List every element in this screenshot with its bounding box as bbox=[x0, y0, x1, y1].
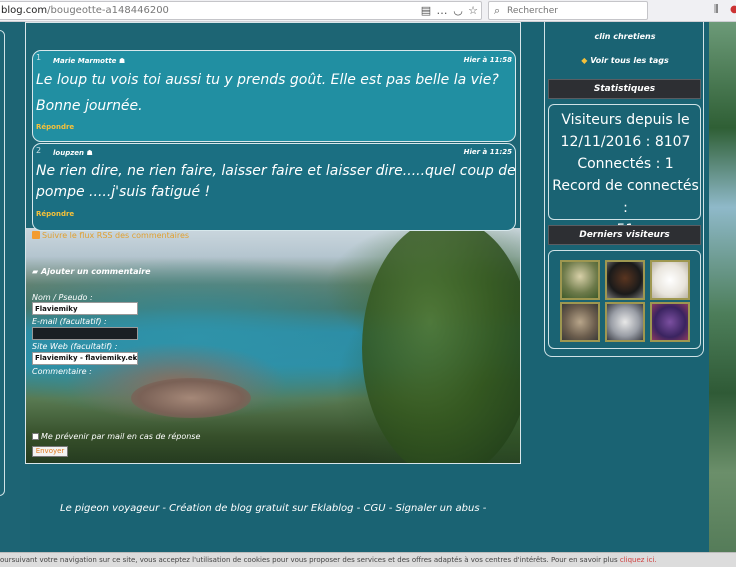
bookmark-star-icon[interactable]: ☆ bbox=[467, 5, 479, 17]
right-background-photo bbox=[709, 22, 736, 552]
footer-separator: - bbox=[479, 503, 487, 514]
comment-1: 1 Marie Marmotte ☗ Hier à 11:58 Le loup … bbox=[32, 50, 516, 142]
footer-creation-link[interactable]: Création de blog gratuit sur Eklablog bbox=[169, 503, 353, 514]
comment-author-name: Marie Marmotte bbox=[53, 57, 117, 65]
tag-link[interactable]: clin chretiens bbox=[545, 32, 705, 41]
comment-number: 2 bbox=[36, 146, 42, 155]
visitor-avatar[interactable] bbox=[605, 260, 645, 300]
right-sidebar: clin chretiens ◆ Voir tous les tags Stat… bbox=[544, 22, 704, 357]
search-box[interactable]: ⌕ bbox=[488, 1, 648, 20]
user-icon: ☗ bbox=[86, 149, 93, 157]
name-input[interactable] bbox=[32, 302, 138, 315]
tree-foliage bbox=[362, 218, 520, 463]
stats-header: Statistiques bbox=[548, 79, 701, 99]
search-icon: ⌕ bbox=[494, 4, 501, 17]
footer-cgu-link[interactable]: CGU bbox=[363, 503, 385, 514]
tag-icon: ◆ bbox=[581, 56, 588, 65]
comment-2: 2 loupzen ☗ Hier à 11:25 Ne rien dire, n… bbox=[32, 143, 516, 231]
comments-section: 1 Marie Marmotte ☗ Hier à 11:58 Le loup … bbox=[25, 22, 521, 464]
comment-label: Commentaire : bbox=[32, 367, 92, 376]
stats-line: Record de connectés : bbox=[552, 178, 699, 216]
visitor-avatar[interactable] bbox=[650, 260, 690, 300]
visitor-avatar[interactable] bbox=[605, 302, 645, 342]
comment-text-line: Bonne journée. bbox=[36, 98, 143, 114]
stats-line: 12/11/2016 : 8107 bbox=[560, 134, 691, 150]
visitors-header: Derniers visiteurs bbox=[548, 225, 701, 245]
reply-link[interactable]: Répondre bbox=[36, 210, 74, 218]
visitors-panel bbox=[548, 250, 701, 349]
url-path: /bougeotte-a148446200 bbox=[47, 5, 169, 16]
footer-report-link[interactable]: Signaler un abus bbox=[396, 503, 480, 514]
notify-label: Me prévenir par mail en cas de réponse bbox=[41, 432, 201, 441]
notify-checkbox[interactable] bbox=[32, 433, 39, 440]
name-label: Nom / Pseudo : bbox=[32, 293, 93, 302]
all-tags-link[interactable]: ◆ Voir tous les tags bbox=[545, 56, 705, 65]
stats-line: Connectés : 1 bbox=[577, 156, 674, 172]
footer: Le pigeon voyageur - Création de blog gr… bbox=[60, 503, 486, 514]
village bbox=[131, 378, 251, 418]
comment-text-line: pompe .....j'suis fatigué ! bbox=[36, 184, 211, 200]
email-input[interactable] bbox=[32, 327, 138, 340]
send-button[interactable]: Envoyer bbox=[32, 446, 68, 457]
library-icon[interactable]: ⫼ bbox=[714, 4, 719, 15]
add-comment-label: Ajouter un commentaire bbox=[40, 267, 151, 276]
comment-author[interactable]: loupzen ☗ bbox=[53, 149, 93, 157]
cookie-banner: oursuivant votre navigation sur ce site,… bbox=[0, 552, 736, 567]
chevron-down-icon: ▾ bbox=[132, 355, 136, 362]
comment-date: Hier à 11:58 bbox=[463, 56, 512, 64]
stats-line: Visiteurs depuis le bbox=[561, 112, 690, 128]
cookie-more-link[interactable]: cliquez ici. bbox=[620, 556, 657, 564]
footer-separator: - bbox=[159, 503, 170, 514]
comment-text-line: Le loup tu vois toi aussi tu y prends go… bbox=[36, 72, 499, 88]
address-bar[interactable]: blog.com/bougeotte-a148446200 ▤ … ◡ ☆ bbox=[0, 1, 482, 20]
comment-text-line: Ne rien dire, ne rien faire, laisser fai… bbox=[36, 163, 516, 179]
comment-number: 1 bbox=[36, 53, 42, 62]
pocket-icon[interactable]: ◡ bbox=[452, 5, 464, 17]
address-text: blog.com/bougeotte-a148446200 bbox=[1, 5, 169, 16]
search-input[interactable] bbox=[507, 4, 645, 18]
rss-icon bbox=[32, 231, 40, 239]
rss-label: Suivre le flux RSS des commentaires bbox=[42, 231, 190, 240]
cookie-text: oursuivant votre navigation sur ce site,… bbox=[0, 556, 618, 564]
add-comment-title: ▰ Ajouter un commentaire bbox=[32, 267, 151, 276]
website-select-value: Flaviemiky - flaviemiky.ek bbox=[35, 354, 138, 362]
rss-comments-link[interactable]: Suivre le flux RSS des commentaires bbox=[32, 231, 189, 240]
visitor-avatar[interactable] bbox=[560, 302, 600, 342]
comment-author-name: loupzen bbox=[53, 149, 85, 157]
comment-author[interactable]: Marie Marmotte ☗ bbox=[53, 57, 125, 65]
all-tags-label: Voir tous les tags bbox=[590, 56, 669, 65]
reply-link[interactable]: Répondre bbox=[36, 123, 74, 131]
stats-text: Visiteurs depuis le 12/11/2016 : 8107 Co… bbox=[551, 109, 700, 241]
email-label: E-mail (facultatif) : bbox=[32, 317, 107, 326]
left-panel-edge bbox=[0, 30, 5, 496]
comment-date: Hier à 11:25 bbox=[463, 148, 512, 156]
footer-separator: - bbox=[385, 503, 396, 514]
visitor-avatar[interactable] bbox=[650, 302, 690, 342]
footer-site-link[interactable]: Le pigeon voyageur bbox=[60, 503, 159, 514]
footer-separator: - bbox=[353, 503, 364, 514]
website-label: Site Web (facultatif) : bbox=[32, 342, 118, 351]
addon-icon[interactable]: ● bbox=[730, 4, 736, 15]
url-host: blog.com bbox=[1, 5, 48, 16]
visitor-avatar[interactable] bbox=[560, 260, 600, 300]
visitor-avatars bbox=[560, 260, 690, 342]
website-select[interactable]: Flaviemiky - flaviemiky.ek ▾ bbox=[32, 352, 138, 365]
comment-bubble-icon: ▰ bbox=[32, 267, 39, 276]
user-icon: ☗ bbox=[118, 57, 126, 65]
stats-panel: Visiteurs depuis le 12/11/2016 : 8107 Co… bbox=[548, 104, 701, 238]
browser-toolbar: blog.com/bougeotte-a148446200 ▤ … ◡ ☆ ⌕ … bbox=[0, 0, 736, 22]
reader-view-icon[interactable]: ▤ bbox=[420, 5, 432, 17]
more-actions-icon[interactable]: … bbox=[436, 5, 448, 17]
notify-checkbox-row[interactable]: Me prévenir par mail en cas de réponse bbox=[32, 432, 200, 441]
